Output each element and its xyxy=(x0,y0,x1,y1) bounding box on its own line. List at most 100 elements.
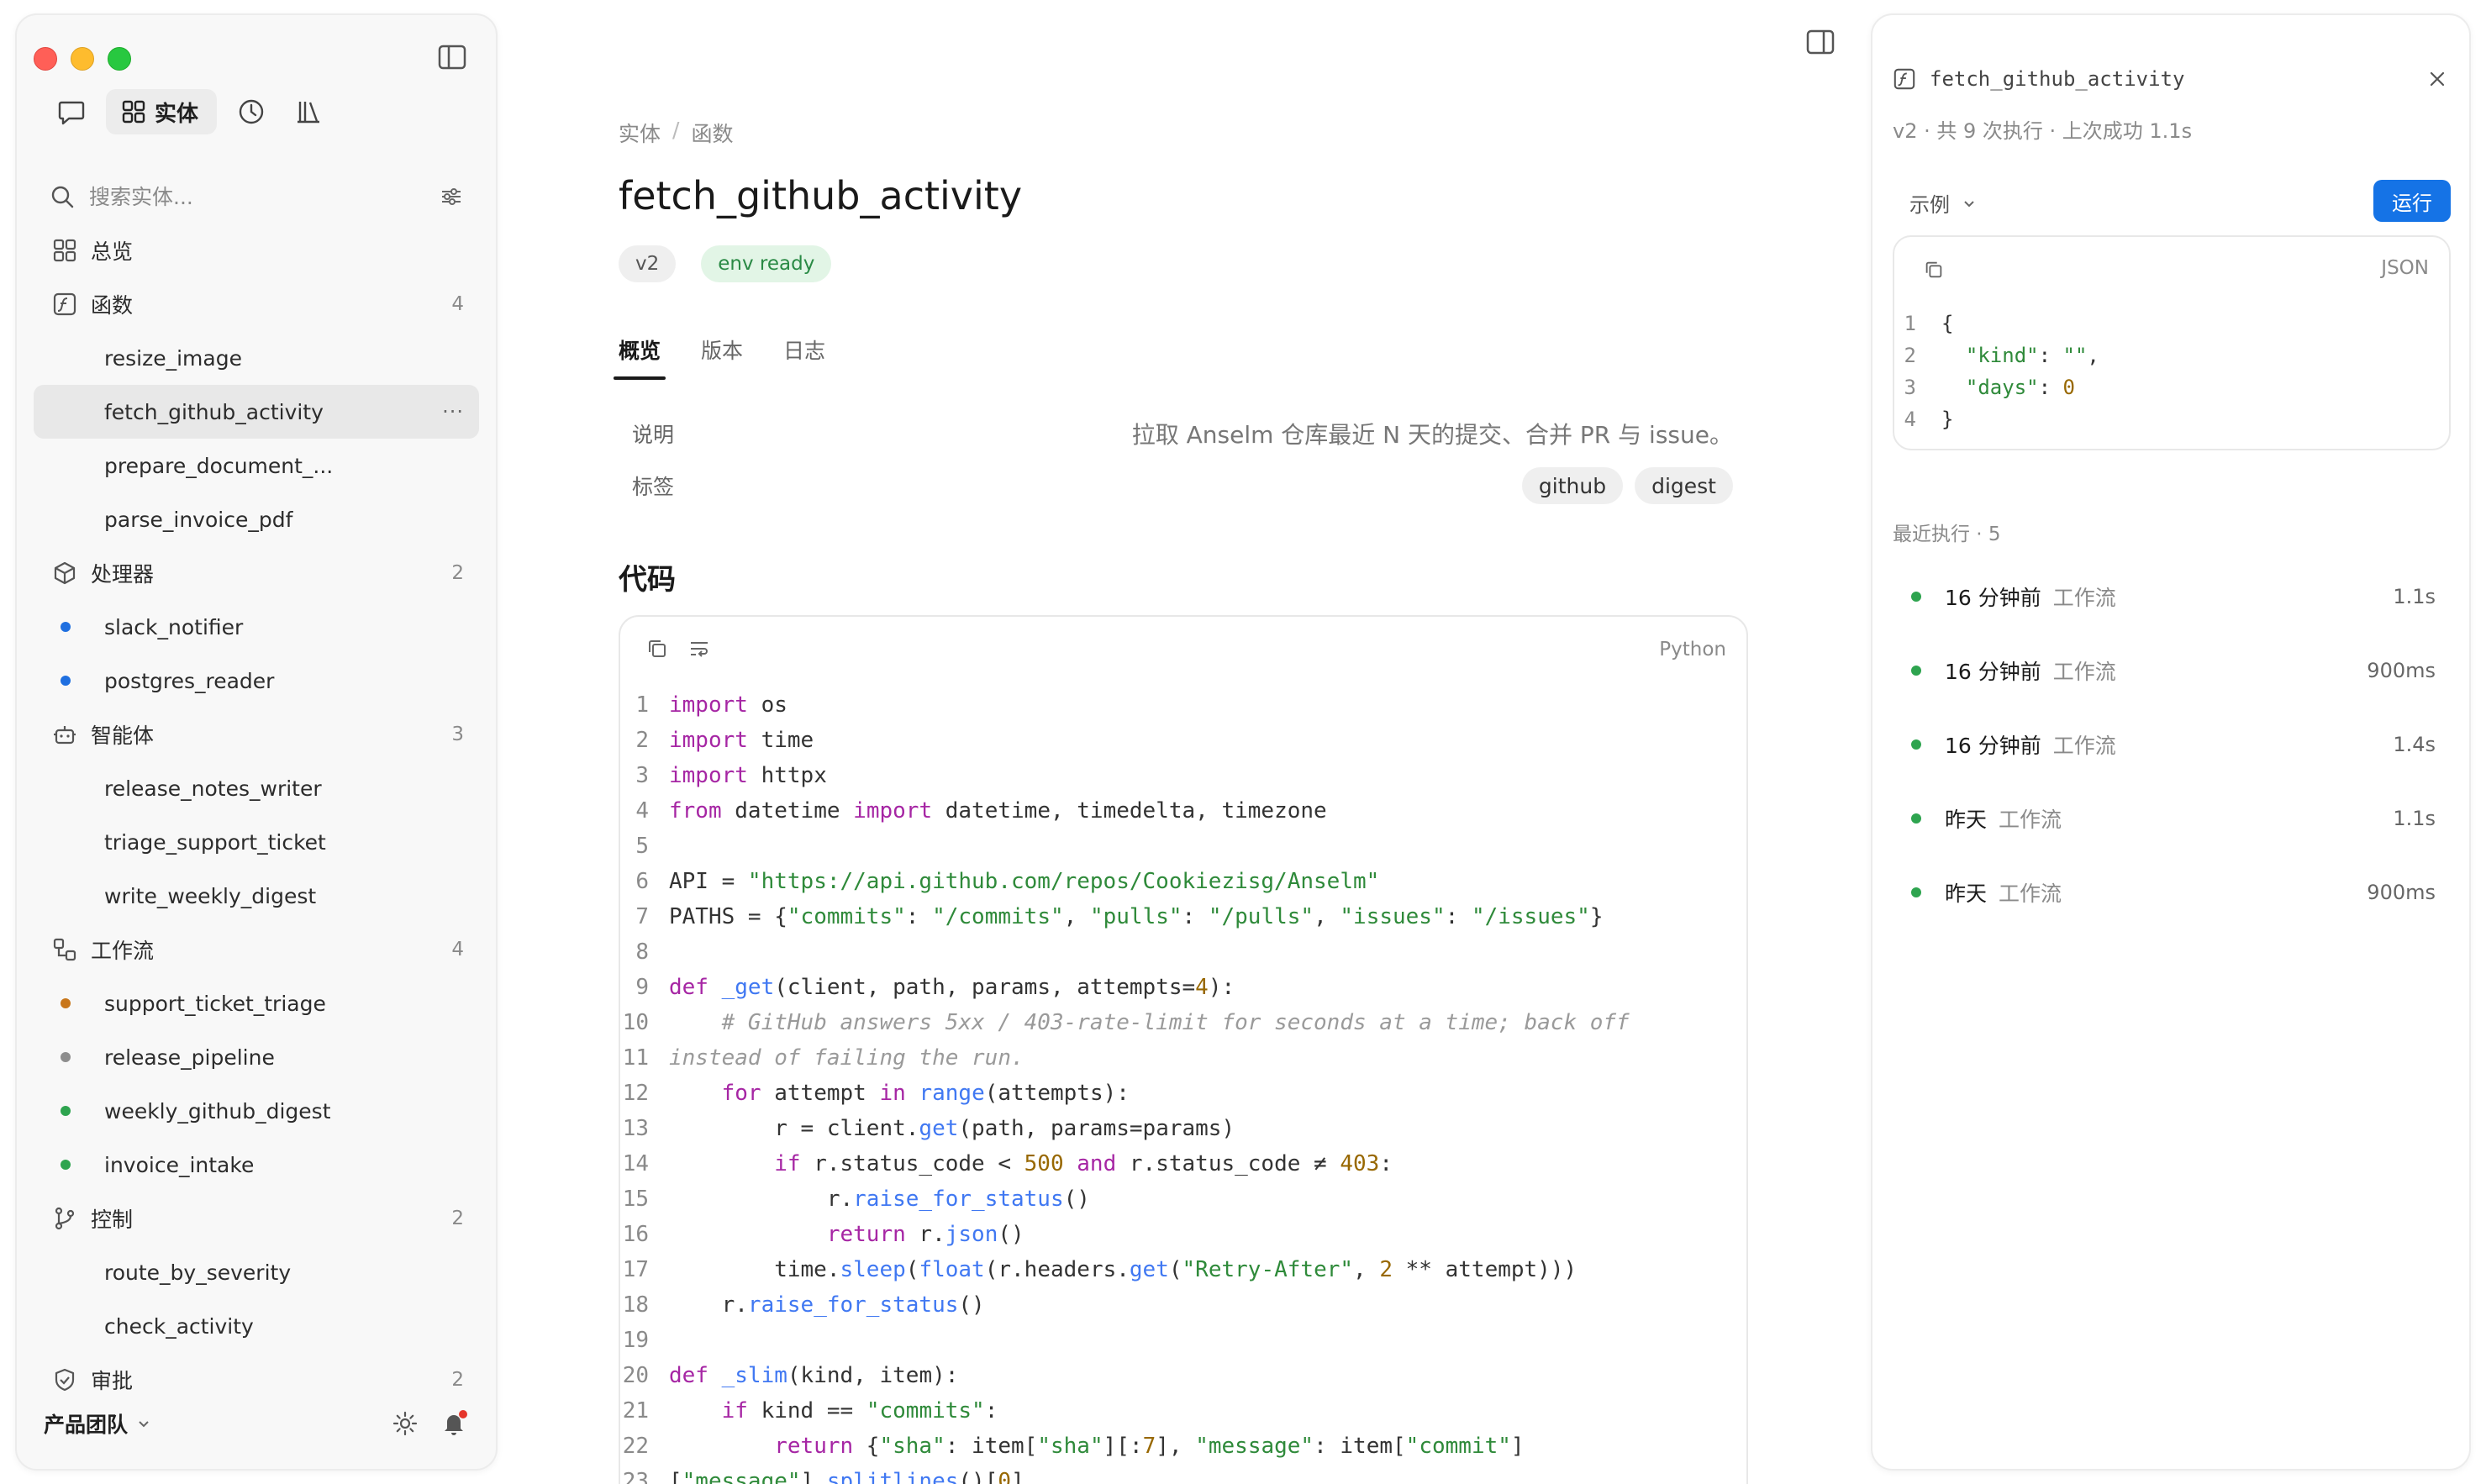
clock-icon xyxy=(239,99,264,124)
group-processors[interactable]: 处理器 2 xyxy=(34,546,479,600)
line-number: 16 xyxy=(622,1222,649,1247)
run-kind: 工作流 xyxy=(2052,660,2116,684)
breadcrumb-root[interactable]: 实体 xyxy=(619,118,661,148)
group-agents[interactable]: 智能体 3 xyxy=(34,708,479,761)
branch-icon xyxy=(50,1204,79,1233)
sidebar: 实体 总览 函数 4 resize_image fetch_github_act… xyxy=(15,13,498,1471)
run-row[interactable]: 16 分钟前 工作流 1.1s xyxy=(1893,560,2451,634)
line-number: 15 xyxy=(622,1187,649,1212)
property-tags: 标签 github digest xyxy=(632,467,1733,504)
tag-chip[interactable]: github xyxy=(1521,467,1624,504)
entity-invoice-intake[interactable]: invoice_intake xyxy=(34,1138,479,1192)
search-icon xyxy=(51,186,74,208)
run-row[interactable]: 昨天 工作流 900ms xyxy=(1893,855,2451,929)
code-line: 16 return r.json() xyxy=(620,1217,1746,1252)
sidebar-toggle-icon[interactable] xyxy=(437,44,467,71)
line-number: 1 xyxy=(635,692,649,718)
entity-route-by-severity[interactable]: route_by_severity xyxy=(34,1245,479,1299)
entity-release-notes-writer[interactable]: release_notes_writer xyxy=(34,761,479,815)
close-icon[interactable] xyxy=(2425,67,2449,91)
entity-triage-support-ticket[interactable]: triage_support_ticket xyxy=(34,815,479,869)
tag-chip[interactable]: digest xyxy=(1635,467,1733,504)
wrap-lines-icon[interactable] xyxy=(687,637,711,660)
search-input[interactable] xyxy=(89,184,439,209)
entity-tree: 总览 函数 4 resize_image fetch_github_activi… xyxy=(34,224,479,1407)
line-number: 14 xyxy=(622,1151,649,1176)
copy-icon[interactable] xyxy=(645,637,669,660)
minimize-window-button[interactable] xyxy=(71,47,94,71)
entity-slack-notifier[interactable]: slack_notifier xyxy=(34,600,479,654)
chevron-down-icon xyxy=(139,1421,149,1428)
status-dot xyxy=(1911,887,1921,897)
chat-mode-button[interactable] xyxy=(49,89,94,134)
group-controls[interactable]: 控制 2 xyxy=(34,1192,479,1245)
history-mode-button[interactable] xyxy=(229,89,274,134)
status-dot xyxy=(1911,666,1921,676)
entities-mode-label: 实体 xyxy=(155,101,199,127)
line-number: 18 xyxy=(622,1292,649,1318)
entity-parse-invoice-pdf[interactable]: parse_invoice_pdf xyxy=(34,492,479,546)
run-row[interactable]: 16 分钟前 工作流 1.4s xyxy=(1893,708,2451,781)
entity-label: invoice_intake xyxy=(104,1152,255,1177)
copy-icon[interactable] xyxy=(1923,259,1945,281)
notifications-button[interactable] xyxy=(437,1407,471,1440)
run-row[interactable]: 昨天 工作流 1.1s xyxy=(1893,781,2451,855)
code-line: 11 instead of failing the run. xyxy=(620,1040,1746,1076)
entity-label: weekly_github_digest xyxy=(104,1098,331,1124)
code-line: 7 PATHS = {"commits": "/commits", "pulls"… xyxy=(620,899,1746,934)
page-title: fetch_github_activity xyxy=(619,173,1023,218)
entity-support-ticket-triage[interactable]: support_ticket_triage xyxy=(34,976,479,1030)
sidebar-footer: 产品团队 xyxy=(44,1398,471,1449)
entity-postgres-reader[interactable]: postgres_reader xyxy=(34,654,479,708)
code-line: 8 xyxy=(620,934,1746,970)
group-processors-label: 处理器 xyxy=(91,562,155,587)
more-options-icon[interactable]: ··· xyxy=(442,400,464,424)
run-button[interactable]: 运行 xyxy=(2373,180,2451,222)
entity-badges: v2 env ready xyxy=(619,245,832,282)
json-input-editor[interactable]: JSON 1{ 2 "kind": "", 3 "days": 0 4} xyxy=(1893,235,2451,450)
entity-fetch-github-activity[interactable]: fetch_github_activity ··· xyxy=(34,385,479,439)
status-dot xyxy=(61,676,71,686)
right-panel-toggle-icon[interactable] xyxy=(1805,29,1836,55)
tab-overview[interactable]: 概览 xyxy=(613,334,666,380)
group-workflows-count: 4 xyxy=(451,939,464,960)
group-functions[interactable]: 函数 4 xyxy=(34,277,479,331)
run-panel-meta: v2 · 共 9 次执行 · 上次成功 1.1s xyxy=(1893,119,2193,143)
team-switcher[interactable]: 产品团队 xyxy=(44,1408,373,1439)
run-kind: 工作流 xyxy=(2052,734,2116,758)
entity-release-pipeline[interactable]: release_pipeline xyxy=(34,1030,479,1084)
tab-versions[interactable]: 版本 xyxy=(701,334,743,380)
line-number: 9 xyxy=(635,975,649,1000)
line-number: 3 xyxy=(1904,376,1916,399)
code-line: 2 import time xyxy=(620,723,1746,758)
library-mode-button[interactable] xyxy=(286,89,331,134)
entity-label: check_activity xyxy=(104,1313,254,1339)
close-window-button[interactable] xyxy=(34,47,57,71)
run-row[interactable]: 16 分钟前 工作流 900ms xyxy=(1893,634,2451,708)
run-panel-title: fetch_github_activity xyxy=(1930,67,2185,91)
entity-write-weekly-digest[interactable]: write_weekly_digest xyxy=(34,869,479,923)
code-line: 9 def _get(client, path, params, attempts… xyxy=(620,970,1746,1005)
entity-check-activity[interactable]: check_activity xyxy=(34,1299,479,1353)
entity-weekly-github-digest[interactable]: weekly_github_digest xyxy=(34,1084,479,1138)
breadcrumb-separator: / xyxy=(672,118,680,142)
nav-overview[interactable]: 总览 xyxy=(34,224,479,277)
zoom-window-button[interactable] xyxy=(108,47,131,71)
settings-button[interactable] xyxy=(388,1407,422,1440)
function-icon xyxy=(50,290,79,318)
code-line: 14 if r.status_code < 500 and r.status_c… xyxy=(620,1146,1746,1181)
entity-resize-image[interactable]: resize_image xyxy=(34,331,479,385)
group-controls-count: 2 xyxy=(451,1208,464,1229)
run-time: 昨天 xyxy=(1945,808,1988,832)
example-selector[interactable]: 示例 xyxy=(1909,188,1977,218)
filter-icon[interactable] xyxy=(439,184,464,209)
group-workflows[interactable]: 工作流 4 xyxy=(34,923,479,976)
run-duration: 900ms xyxy=(2367,659,2436,682)
breadcrumb-current[interactable]: 函数 xyxy=(691,118,733,148)
entity-prepare-document[interactable]: prepare_document_... xyxy=(34,439,479,492)
overview-grid-icon xyxy=(50,236,79,265)
tab-logs[interactable]: 日志 xyxy=(783,334,825,380)
property-key: 说明 xyxy=(632,423,675,447)
entities-mode-button[interactable]: 实体 xyxy=(106,89,218,134)
line-number: 5 xyxy=(635,834,649,859)
